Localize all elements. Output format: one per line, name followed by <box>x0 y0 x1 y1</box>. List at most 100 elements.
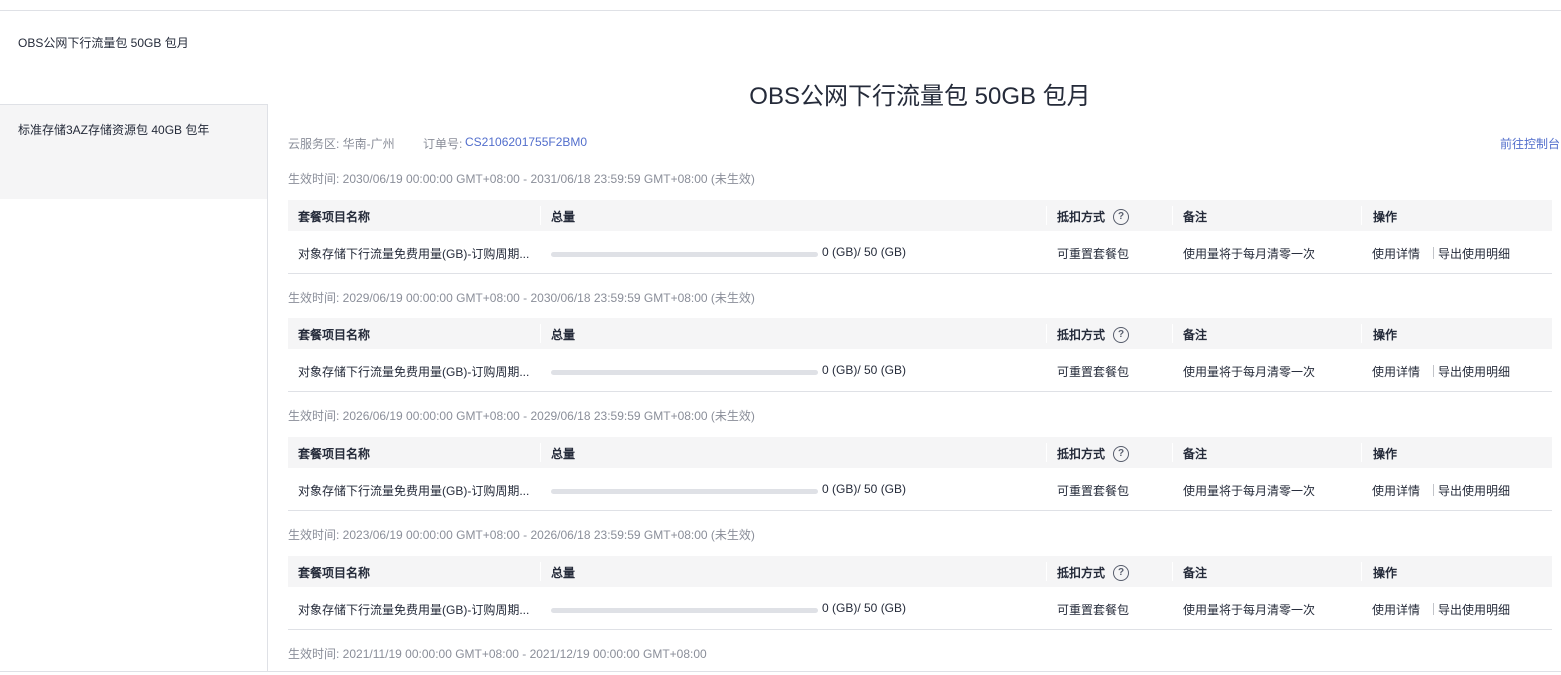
header-package-name: 套餐项目名称 <box>298 328 371 342</box>
header-package-name: 套餐项目名称 <box>298 566 371 580</box>
order-number-label: 订单号: <box>423 137 463 151</box>
link-divider <box>1433 365 1434 377</box>
header-action: 操作 <box>1373 447 1398 461</box>
column-divider <box>1172 324 1173 343</box>
remark: 使用量将于每月清零一次 <box>1183 603 1316 617</box>
help-icon[interactable]: ? <box>1113 564 1130 581</box>
order-number-link[interactable]: CS2106201755F2BM0 <box>465 135 587 149</box>
package-item-name: 对象存储下行流量免费用量(GB)-订购周期... <box>298 365 530 379</box>
effective-period-label: 生效时间: 2029/06/19 00:00:00 GMT+08:00 - 20… <box>288 291 755 305</box>
effective-period-label: 生效时间: 2021/11/19 00:00:00 GMT+08:00 - 20… <box>288 647 707 661</box>
go-to-console-link[interactable]: 前往控制台 <box>1500 135 1560 152</box>
table-row: 对象存储下行流量免费用量(GB)-订购周期... 0 (GB)/ 50 (GB)… <box>288 587 1552 630</box>
column-divider <box>1361 562 1362 581</box>
package-item-name: 对象存储下行流量免费用量(GB)-订购周期... <box>298 603 530 617</box>
package-table: 套餐项目名称 总量 抵扣方式? 备注 操作 对象存储下行流量免费用量(GB)-订… <box>288 200 1552 274</box>
deduct-method: 可重置套餐包 <box>1057 247 1130 261</box>
header-deduct-method: 抵扣方式? <box>1057 326 1130 344</box>
header-deduct-label: 抵扣方式 <box>1057 566 1106 580</box>
header-remark: 备注 <box>1183 566 1208 580</box>
usage-amount: 0 (GB)/ 50 (GB) <box>822 245 907 259</box>
header-remark: 备注 <box>1183 447 1208 461</box>
header-total: 总量 <box>551 566 576 580</box>
header-deduct-method: 抵扣方式? <box>1057 564 1130 582</box>
column-divider <box>1172 562 1173 581</box>
package-table: 套餐项目名称 总量 抵扣方式? 备注 操作 对象存储下行流量免费用量(GB)-订… <box>288 556 1552 630</box>
link-divider <box>1433 247 1434 259</box>
link-divider <box>1433 603 1434 615</box>
export-usage-link[interactable]: 导出使用明细 <box>1438 363 1510 380</box>
order-meta-row: 云服务区: 华南-广州 订单号: CS2106201755F2BM0 前往控制台 <box>288 135 1560 151</box>
remark: 使用量将于每月清零一次 <box>1183 365 1316 379</box>
column-divider <box>1046 324 1047 343</box>
usage-amount: 0 (GB)/ 50 (GB) <box>822 482 907 496</box>
header-total: 总量 <box>551 447 576 461</box>
header-remark: 备注 <box>1183 210 1208 224</box>
usage-progress-bar <box>551 370 818 375</box>
help-icon[interactable]: ? <box>1113 208 1130 225</box>
package-sidebar: OBS公网下行流量包 50GB 包月 标准存储3AZ存储资源包 40GB 包年 <box>0 11 268 671</box>
column-divider <box>1361 443 1362 462</box>
table-row: 对象存储下行流量免费用量(GB)-订购周期... 0 (GB)/ 50 (GB)… <box>288 349 1552 392</box>
header-deduct-label: 抵扣方式 <box>1057 328 1106 342</box>
deduct-method: 可重置套餐包 <box>1057 484 1130 498</box>
header-deduct-label: 抵扣方式 <box>1057 447 1106 461</box>
table-header: 套餐项目名称 总量 抵扣方式? 备注 操作 <box>288 200 1552 231</box>
help-icon[interactable]: ? <box>1113 445 1130 462</box>
column-divider <box>1046 443 1047 462</box>
header-package-name: 套餐项目名称 <box>298 447 371 461</box>
package-detail-panel: OBS公网下行流量包 50GB 包月 云服务区: 华南-广州 订单号: CS21… <box>268 11 1561 671</box>
service-region: 云服务区: 华南-广州 <box>288 137 395 151</box>
column-divider <box>540 324 541 343</box>
header-action: 操作 <box>1373 328 1398 342</box>
header-action: 操作 <box>1373 566 1398 580</box>
column-divider <box>1046 562 1047 581</box>
column-divider <box>1361 324 1362 343</box>
effective-period-label: 生效时间: 2030/06/19 00:00:00 GMT+08:00 - 20… <box>288 172 755 186</box>
remark: 使用量将于每月清零一次 <box>1183 247 1316 261</box>
column-divider <box>1361 206 1362 225</box>
package-table: 套餐项目名称 总量 抵扣方式? 备注 操作 对象存储下行流量免费用量(GB)-订… <box>288 437 1552 511</box>
usage-amount: 0 (GB)/ 50 (GB) <box>822 601 907 615</box>
export-usage-link[interactable]: 导出使用明细 <box>1438 245 1510 262</box>
deduct-method: 可重置套餐包 <box>1057 365 1130 379</box>
column-divider <box>1172 206 1173 225</box>
page-title: OBS公网下行流量包 50GB 包月 <box>749 83 1091 110</box>
bottom-divider <box>0 671 1561 672</box>
table-row: 对象存储下行流量免费用量(GB)-订购周期... 0 (GB)/ 50 (GB)… <box>288 468 1552 511</box>
header-total: 总量 <box>551 328 576 342</box>
usage-progress-bar <box>551 489 818 494</box>
column-divider <box>540 562 541 581</box>
header-deduct-label: 抵扣方式 <box>1057 210 1106 224</box>
sidebar-item-label: 标准存储3AZ存储资源包 40GB 包年 <box>18 123 210 137</box>
sidebar-item-label: OBS公网下行流量包 50GB 包月 <box>18 36 189 50</box>
effective-period-label: 生效时间: 2023/06/19 00:00:00 GMT+08:00 - 20… <box>288 528 755 542</box>
package-item-name: 对象存储下行流量免费用量(GB)-订购周期... <box>298 484 530 498</box>
table-row: 对象存储下行流量免费用量(GB)-订购周期... 0 (GB)/ 50 (GB)… <box>288 231 1552 274</box>
column-divider <box>540 443 541 462</box>
usage-detail-link[interactable]: 使用详情 <box>1372 601 1420 618</box>
table-header: 套餐项目名称 总量 抵扣方式? 备注 操作 <box>288 318 1552 349</box>
usage-progress-bar <box>551 608 818 613</box>
table-header: 套餐项目名称 总量 抵扣方式? 备注 操作 <box>288 437 1552 468</box>
help-icon[interactable]: ? <box>1113 326 1130 343</box>
link-divider <box>1433 484 1434 496</box>
export-usage-link[interactable]: 导出使用明细 <box>1438 482 1510 499</box>
deduct-method: 可重置套餐包 <box>1057 603 1130 617</box>
usage-detail-link[interactable]: 使用详情 <box>1372 245 1420 262</box>
header-action: 操作 <box>1373 210 1398 224</box>
header-total: 总量 <box>551 210 576 224</box>
usage-amount: 0 (GB)/ 50 (GB) <box>822 363 907 377</box>
usage-detail-link[interactable]: 使用详情 <box>1372 482 1420 499</box>
table-header: 套餐项目名称 总量 抵扣方式? 备注 操作 <box>288 556 1552 587</box>
sidebar-item-obs-traffic-package[interactable]: OBS公网下行流量包 50GB 包月 <box>0 29 268 69</box>
sidebar-item-standard-storage-package[interactable]: 标准存储3AZ存储资源包 40GB 包年 <box>0 104 268 199</box>
export-usage-link[interactable]: 导出使用明细 <box>1438 601 1510 618</box>
header-package-name: 套餐项目名称 <box>298 210 371 224</box>
header-remark: 备注 <box>1183 328 1208 342</box>
usage-progress-bar <box>551 252 818 257</box>
column-divider <box>1046 206 1047 225</box>
usage-detail-link[interactable]: 使用详情 <box>1372 363 1420 380</box>
effective-period-label: 生效时间: 2026/06/19 00:00:00 GMT+08:00 - 20… <box>288 409 755 423</box>
remark: 使用量将于每月清零一次 <box>1183 484 1316 498</box>
